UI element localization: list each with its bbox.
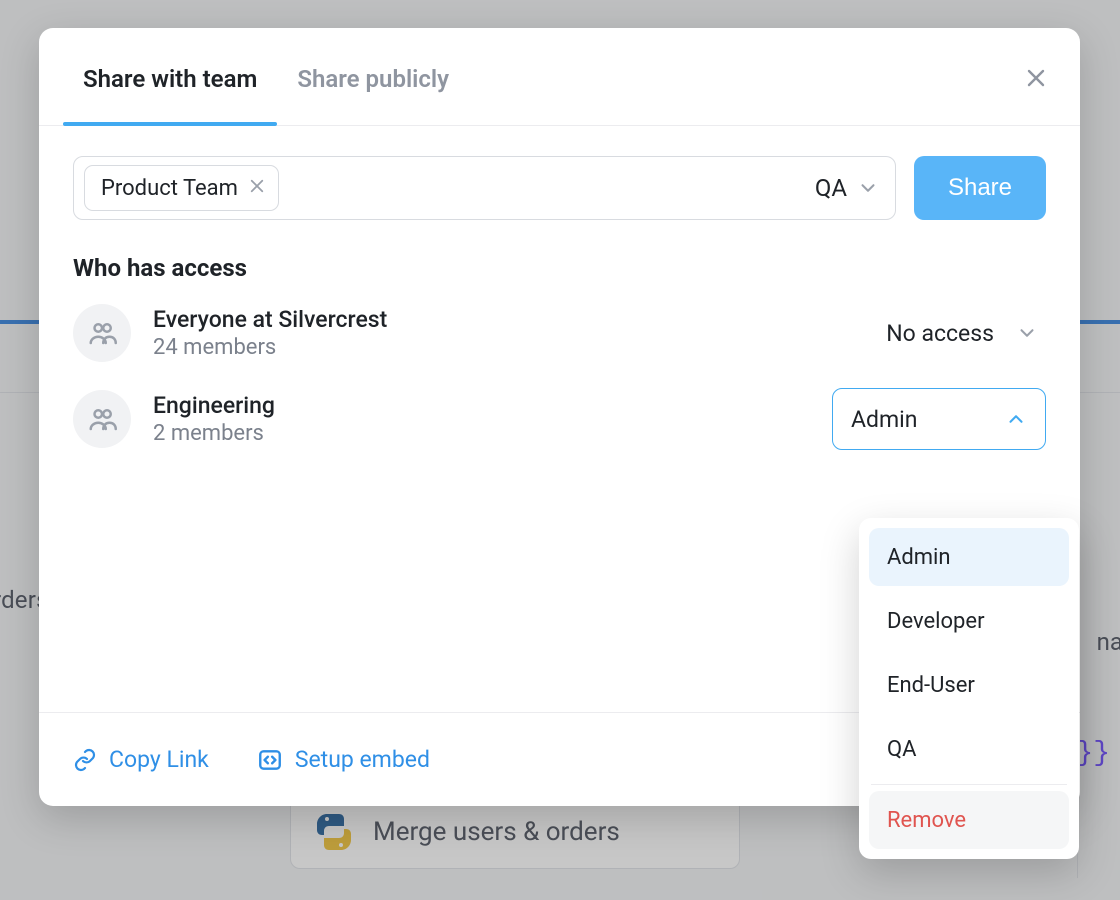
tab-share-team[interactable]: Share with team [63,29,277,125]
copy-link-label: Copy Link [109,746,209,773]
close-button[interactable] [1018,60,1054,96]
access-role-select-open[interactable]: Admin [832,388,1046,450]
selected-team-chip[interactable]: Product Team [84,165,279,211]
access-role-value: No access [886,320,994,347]
chevron-down-icon [857,177,879,199]
link-icon [73,748,97,772]
dropdown-separator [871,784,1067,785]
chevron-up-icon [1005,408,1027,430]
setup-embed-button[interactable]: Setup embed [257,746,430,773]
group-icon [73,304,131,362]
role-option-qa[interactable]: QA [869,720,1069,778]
role-option-developer[interactable]: Developer [869,592,1069,650]
share-button[interactable]: Share [914,156,1046,220]
new-share-role-select[interactable]: QA [815,174,879,202]
role-dropdown-menu: Admin Developer End-User QA Remove [859,518,1079,859]
access-list: Everyone at Silvercrest 24 members No ac… [73,304,1046,450]
access-name: Engineering [153,392,275,419]
copy-link-button[interactable]: Copy Link [73,746,209,773]
new-share-role-value: QA [815,174,847,202]
close-icon [1024,66,1048,90]
role-option-admin[interactable]: Admin [869,528,1069,586]
chip-label: Product Team [101,176,238,201]
group-icon [73,390,131,448]
team-search-input[interactable]: Product Team QA [73,156,896,220]
access-row-team: Engineering 2 members Admin [73,388,1046,450]
access-row-org: Everyone at Silvercrest 24 members No ac… [73,304,1046,362]
tab-share-public[interactable]: Share publicly [277,29,469,125]
role-option-remove[interactable]: Remove [869,791,1069,849]
chip-remove-icon[interactable] [248,176,266,201]
setup-embed-label: Setup embed [295,746,430,773]
chevron-down-icon [1016,322,1038,344]
access-heading: Who has access [73,254,1046,282]
access-subtext: 24 members [153,335,387,360]
access-subtext: 2 members [153,421,275,446]
role-option-end-user[interactable]: End-User [869,656,1069,714]
access-role-select[interactable]: No access [878,314,1046,353]
modal-tabs: Share with team Share publicly [39,28,1080,126]
share-input-row: Product Team QA Share [73,156,1046,220]
embed-icon [257,747,283,773]
access-role-value: Admin [851,406,917,433]
access-name: Everyone at Silvercrest [153,306,387,333]
